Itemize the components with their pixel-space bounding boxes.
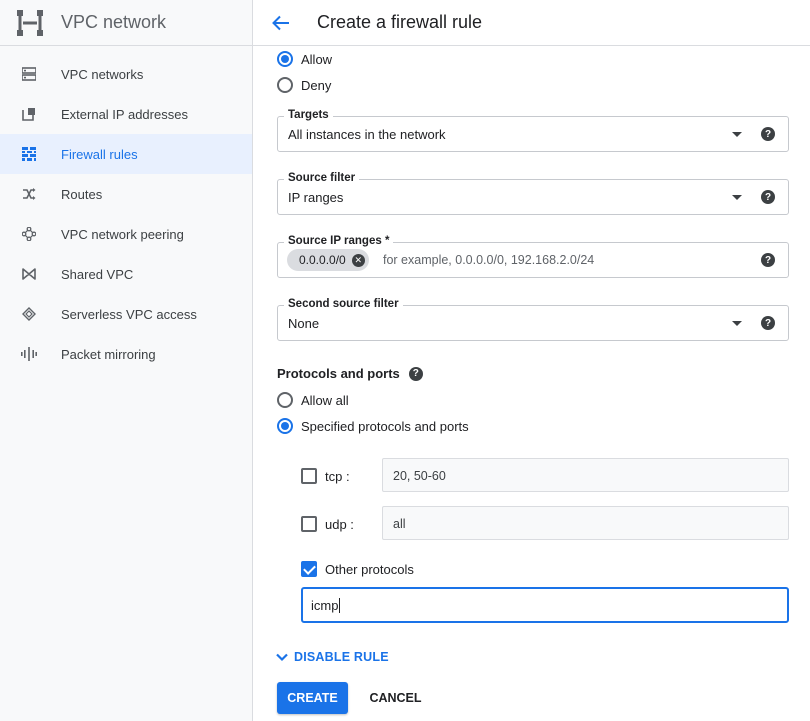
targets-select[interactable]: Targets All instances in the network ? <box>277 109 789 152</box>
radio-unselected-icon[interactable] <box>277 77 293 93</box>
sidebar-item-label: VPC network peering <box>61 226 184 242</box>
udp-checkbox[interactable] <box>301 516 317 532</box>
sidebar-item-label: Shared VPC <box>61 266 134 282</box>
page-title: Create a firewall rule <box>317 12 483 32</box>
peering-icon <box>21 226 37 242</box>
protocols-specified-label: Specified protocols and ports <box>301 418 469 434</box>
shared-vpc-icon <box>21 266 37 282</box>
firewall-icon <box>21 146 37 162</box>
chevron-down-icon <box>276 653 288 662</box>
second-source-filter-value: None <box>288 316 320 331</box>
source-ip-ranges-placeholder: for example, 0.0.0.0/0, 192.168.2.0/24 <box>383 253 595 267</box>
tcp-checkbox[interactable] <box>301 468 317 484</box>
vpc-network-logo-icon <box>17 9 43 36</box>
targets-label: Targets <box>284 109 333 121</box>
dropdown-caret-icon[interactable] <box>732 321 742 326</box>
routes-icon <box>21 186 37 202</box>
help-icon[interactable]: ? <box>761 127 775 141</box>
packet-mirroring-icon <box>21 346 37 362</box>
protocols-title-text: Protocols and ports <box>277 366 400 381</box>
protocols-specified-radio[interactable]: Specified protocols and ports <box>277 418 469 434</box>
dropdown-caret-icon[interactable] <box>732 195 742 200</box>
disable-rule-toggle[interactable]: DISABLE RULE <box>275 650 389 664</box>
serverless-icon <box>21 306 37 322</box>
text-cursor <box>339 598 341 613</box>
source-filter-value: IP ranges <box>288 190 344 205</box>
ip-range-chip[interactable]: 0.0.0.0/0 ✕ <box>287 249 369 271</box>
radio-selected-icon[interactable] <box>277 51 293 67</box>
source-filter-select[interactable]: Source filter IP ranges ? <box>277 172 789 215</box>
sidebar-item-vpc-peering[interactable]: VPC network peering <box>0 214 252 254</box>
second-source-filter-label: Second source filter <box>284 298 403 310</box>
chip-remove-icon[interactable]: ✕ <box>351 253 365 267</box>
udp-label: udp : <box>325 517 354 532</box>
other-protocols-label: Other protocols <box>325 562 414 577</box>
other-protocols-value: icmp <box>311 598 339 613</box>
page-header: Create a firewall rule <box>253 0 810 46</box>
sidebar-item-packet-mirroring[interactable]: Packet mirroring <box>0 334 252 374</box>
protocols-allow-all-radio[interactable]: Allow all <box>277 392 349 408</box>
sidebar: VPC network VPC networks External IP add… <box>0 0 253 721</box>
sidebar-item-label: Routes <box>61 186 103 202</box>
source-ip-ranges-input[interactable]: Source IP ranges * 0.0.0.0/0 ✕ for examp… <box>277 235 789 278</box>
radio-selected-icon[interactable] <box>277 418 293 434</box>
radio-unselected-icon[interactable] <box>277 392 293 408</box>
help-icon[interactable]: ? <box>761 190 775 204</box>
sidebar-item-label: Firewall rules <box>61 146 138 162</box>
help-icon[interactable]: ? <box>761 316 775 330</box>
sidebar-item-firewall-rules[interactable]: Firewall rules <box>0 134 252 174</box>
sidebar-item-label: External IP addresses <box>61 106 188 122</box>
tcp-label: tcp : <box>325 469 350 484</box>
sidebar-item-label: VPC networks <box>61 66 144 82</box>
main-content: Create a firewall rule Allow Deny Target… <box>253 0 810 721</box>
action-allow-radio[interactable]: Allow <box>277 51 332 67</box>
sidebar-header: VPC network <box>0 0 252 46</box>
sidebar-item-label: Packet mirroring <box>61 346 156 362</box>
help-icon[interactable]: ? <box>761 253 775 267</box>
create-button[interactable]: CREATE <box>277 682 348 714</box>
other-protocols-input[interactable]: icmp <box>301 587 789 623</box>
action-allow-label: Allow <box>301 51 333 67</box>
other-protocols-checkbox[interactable] <box>301 561 317 577</box>
protocols-section-title: Protocols and ports ? <box>277 366 423 381</box>
tcp-ports-value: 20, 50-60 <box>393 469 446 483</box>
action-deny-label: Deny <box>301 77 332 93</box>
targets-value: All instances in the network <box>288 127 446 142</box>
sidebar-item-serverless-vpc[interactable]: Serverless VPC access <box>0 294 252 334</box>
sidebar-item-vpc-networks[interactable]: VPC networks <box>0 54 252 94</box>
action-deny-radio[interactable]: Deny <box>277 77 331 93</box>
sidebar-item-label: Serverless VPC access <box>61 306 197 322</box>
sidebar-item-external-ip[interactable]: External IP addresses <box>0 94 252 134</box>
back-arrow-icon[interactable] <box>271 13 291 33</box>
vpc-networks-icon <box>21 66 37 82</box>
disable-rule-label: DISABLE RULE <box>294 650 389 664</box>
cancel-button[interactable]: CANCEL <box>363 682 428 714</box>
sidebar-item-shared-vpc[interactable]: Shared VPC <box>0 254 252 294</box>
source-ip-ranges-label: Source IP ranges * <box>284 235 394 247</box>
second-source-filter-select[interactable]: Second source filter None ? <box>277 298 789 341</box>
ip-range-chip-text: 0.0.0.0/0 <box>299 253 346 267</box>
udp-ports-value: all <box>393 517 406 531</box>
help-icon[interactable]: ? <box>408 366 423 381</box>
sidebar-item-routes[interactable]: Routes <box>0 174 252 214</box>
source-filter-label: Source filter <box>284 172 360 184</box>
udp-ports-input[interactable]: all <box>382 506 789 540</box>
external-ip-icon <box>21 106 37 122</box>
tcp-ports-input[interactable]: 20, 50-60 <box>382 458 789 492</box>
protocols-allow-all-label: Allow all <box>301 392 349 408</box>
sidebar-title: VPC network <box>61 12 167 32</box>
dropdown-caret-icon[interactable] <box>732 132 742 137</box>
